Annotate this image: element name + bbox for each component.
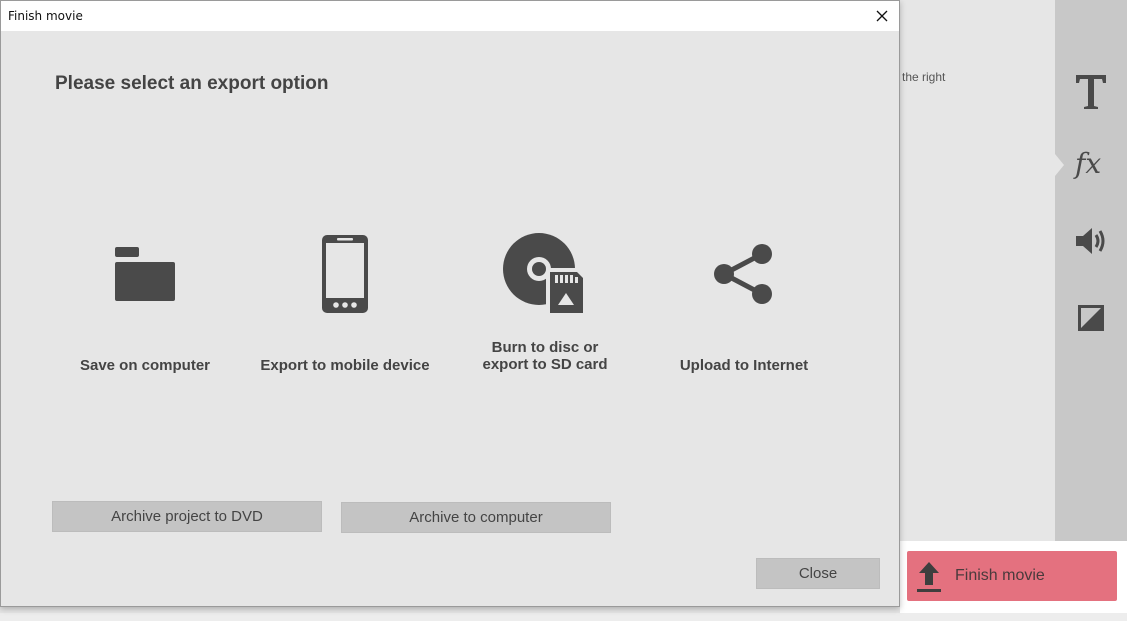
export-to-mobile-option[interactable]: Export to mobile device [245,226,445,386]
smartphone-icon [322,234,368,313]
folder-icon [115,246,175,301]
speaker-icon [1076,228,1105,254]
finish-movie-dialog: Finish movie Please select an export opt… [0,0,900,607]
archive-project-dvd-button[interactable]: Archive project to DVD [52,501,322,532]
aspect-ratio-icon [1078,305,1104,331]
upload-to-internet-option[interactable]: Upload to Internet [644,226,844,386]
dialog-titlebar: Finish movie [1,1,899,31]
finish-movie-button[interactable]: Finish movie [907,551,1117,601]
burn-disc-sd-label: Burn to disc or export to SD card [445,339,645,373]
bottom-divider [0,613,1127,621]
share-icon [714,243,772,304]
save-on-computer-label: Save on computer [79,357,211,374]
effects-tool-button[interactable]: fx [1055,136,1127,192]
burn-disc-label-line1: Burn to disc or [491,339,599,356]
app-hint-text: the right [902,70,946,84]
dialog-close-button[interactable] [871,5,893,27]
text-tool-button[interactable] [1055,64,1127,120]
dialog-heading: Please select an export option [55,73,329,94]
audio-tool-button[interactable] [1055,213,1127,269]
dialog-title: Finish movie [8,9,83,23]
export-to-mobile-label: Export to mobile device [260,357,430,374]
svg-text:fx: fx [1073,147,1101,180]
close-button[interactable]: Close [756,558,880,589]
upload-to-internet-label: Upload to Internet [679,357,809,374]
toolbar-selection-notch [1055,154,1064,176]
finish-movie-label: Finish movie [955,567,1045,584]
archive-to-computer-button[interactable]: Archive to computer [341,502,611,533]
right-toolbar: fx [1055,0,1127,541]
save-on-computer-option[interactable]: Save on computer [45,226,245,386]
disc-sd-card-icon [503,232,586,316]
close-icon [876,10,888,22]
fx-icon: fx [1073,147,1101,180]
text-T-icon [1076,75,1106,109]
burn-disc-label-line2: export to SD card [482,356,608,373]
upload-arrow-icon [917,562,941,592]
aspect-tool-button[interactable] [1055,290,1127,346]
burn-disc-sd-option[interactable]: Burn to disc or export to SD card [445,226,645,386]
